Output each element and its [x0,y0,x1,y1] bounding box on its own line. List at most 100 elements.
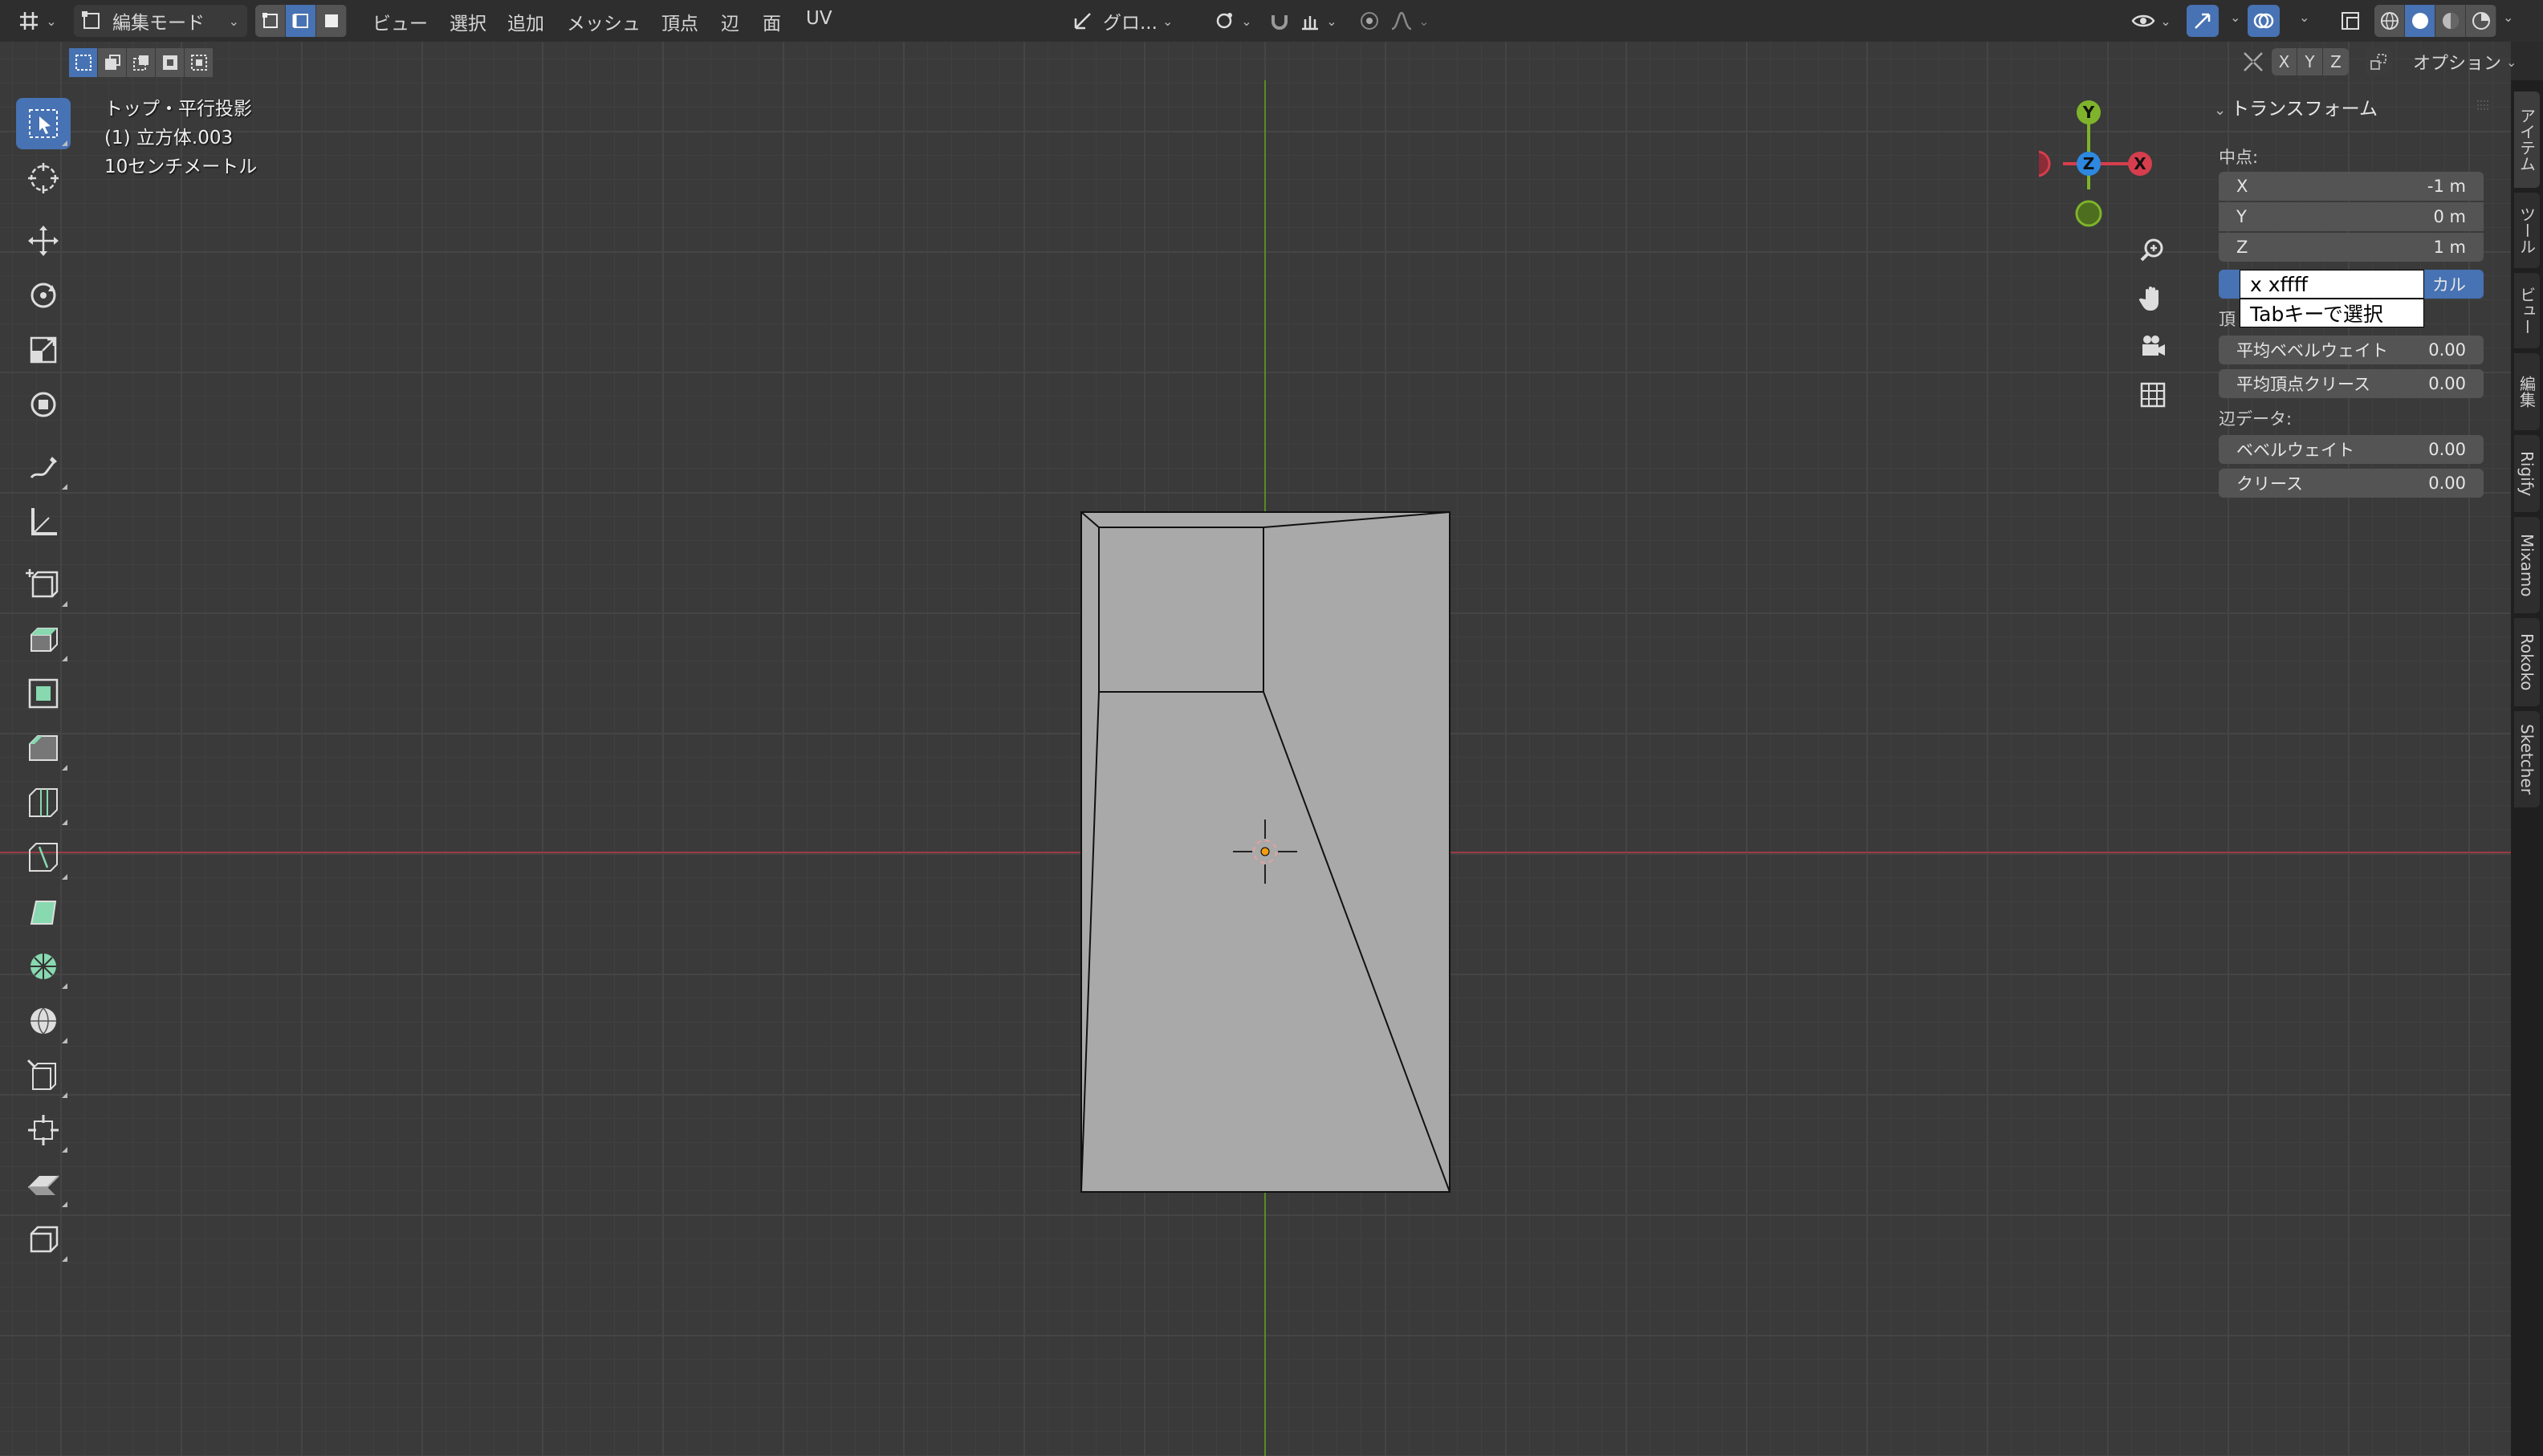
wireframe-shading-button[interactable] [2374,5,2405,37]
zoom-magnifier-icon [2140,238,2163,262]
tool-spin[interactable] [16,941,71,992]
tool-transform[interactable] [16,379,71,430]
tool-move[interactable] [16,215,71,266]
transform-orientation-dropdown[interactable]: グロ... ⌄ [1071,5,1196,37]
gizmo-neg-y[interactable] [2075,200,2102,227]
gizmo-neg-x[interactable] [2039,150,2051,177]
smooth-sphere-icon [31,1007,56,1035]
transform-panel-header[interactable]: ⌄ トランスフォーム [2214,93,2378,120]
vertex-select-button[interactable] [255,5,286,37]
median-z-label: Z [2236,238,2248,257]
tab-edit[interactable]: 編集 [2514,353,2540,430]
mode-dropdown[interactable]: 編集モード ⌄ [74,5,247,37]
tool-smooth[interactable] [16,995,71,1047]
drag-handle-icon[interactable] [2477,100,2490,111]
tool-knife[interactable] [16,832,71,883]
crease-label: クリース [2236,474,2303,494]
select-new-button[interactable] [69,48,98,77]
sidebar-tabs: アイテム ツール ビュー 編集 Rigify Mixamo Rokoko Ske… [2511,80,2543,1456]
select-mode-toggle[interactable] [255,5,347,37]
tab-view[interactable]: ビュー [2514,273,2540,348]
solid-sphere-icon [2411,13,2428,29]
avg-bevel-weight-field[interactable]: 平均ベベルウェイト 0.00 [2219,336,2484,364]
inset-icon [28,678,59,709]
tool-scale[interactable] [16,324,71,376]
select-intersect-button[interactable] [185,48,214,77]
hand-icon [2138,287,2158,311]
tool-edge-slide[interactable] [16,1050,71,1101]
auto-merge-toggle[interactable] [2365,48,2392,75]
tab-item[interactable]: アイテム [2514,92,2540,188]
tool-loop-cut[interactable] [16,777,71,828]
editor-type-button[interactable]: ⌄ [11,5,63,37]
xray-toggle[interactable] [2334,5,2366,37]
perspective-toggle-button[interactable] [2130,372,2175,417]
select-subtract-button[interactable] [127,48,156,77]
tool-cursor[interactable] [16,153,71,204]
median-z-field[interactable]: Z 1 m [2219,233,2484,262]
snap-toggle[interactable] [1263,5,1296,37]
tool-inset[interactable] [16,668,71,719]
menu-face[interactable]: 面 [763,8,781,35]
menu-uv[interactable]: UV [806,8,832,29]
edge-select-button[interactable] [286,5,316,37]
avg-vertex-crease-field[interactable]: 平均頂点クリース 0.00 [2219,369,2484,398]
mirror-y-toggle[interactable]: Y [2297,48,2323,75]
tool-poly-build[interactable] [16,886,71,937]
tool-rotate[interactable] [16,270,71,321]
overlays-toggle[interactable] [2248,5,2280,37]
mirror-x-toggle[interactable]: X [2272,48,2297,75]
solid-shading-button[interactable] [2405,5,2435,37]
tool-add-cube[interactable] [16,559,71,610]
tool-select-box[interactable] [16,98,71,149]
tab-tool[interactable]: ツール [2514,193,2540,268]
tool-bevel[interactable] [16,722,71,774]
menu-vertex[interactable]: 頂点 [661,8,698,35]
visibility-dropdown[interactable]: ⌄ [2127,5,2175,37]
tab-mixamo[interactable]: Mixamo [2514,517,2540,613]
median-x-field[interactable]: X -1 m [2219,172,2484,201]
pivot-point-dropdown[interactable]: ⌄ [1207,5,1257,37]
menu-mesh[interactable]: メッシュ [567,8,641,35]
chevron-down-icon[interactable]: ⌄ [2299,10,2309,25]
chevron-down-icon[interactable]: ⌄ [2503,10,2513,25]
menu-view[interactable]: ビュー [372,8,428,35]
tab-sketcher[interactable]: Sketcher [2514,711,2540,807]
shading-mode-toggle[interactable] [2374,5,2496,37]
proportional-edit-toggle[interactable] [1353,5,1385,37]
pan-button[interactable] [2130,276,2175,321]
tool-rip-region[interactable] [16,1214,71,1265]
gizmo-toggle[interactable] [2187,5,2219,37]
snap-target-dropdown[interactable]: ⌄ [1296,5,1341,37]
menu-select[interactable]: 選択 [450,8,486,35]
crease-field[interactable]: クリース 0.00 [2219,469,2484,498]
navigation-gizmo[interactable]: Y X Z [2039,93,2183,238]
mirror-axis-toggles[interactable]: X Y Z [2272,48,2349,75]
menu-add[interactable]: 追加 [507,8,544,35]
mirror-z-toggle[interactable]: Z [2323,48,2349,75]
tool-shear[interactable] [16,1159,71,1210]
edge-slide-icon [26,1059,56,1090]
falloff-dropdown[interactable]: ⌄ [1387,5,1432,37]
face-select-button[interactable] [316,5,347,37]
camera-view-button[interactable] [2130,324,2175,369]
options-dropdown[interactable]: オプション ⌄ [2413,48,2517,75]
material-shading-button[interactable] [2435,5,2466,37]
median-y-field[interactable]: Y 0 m [2219,202,2484,231]
tab-rokoko[interactable]: Rokoko [2514,618,2540,706]
median-x-label: X [2236,177,2248,196]
tool-annotate[interactable] [16,441,71,493]
tool-measure[interactable] [16,496,71,547]
mirror-icon [2244,52,2263,71]
select-invert-button[interactable] [156,48,185,77]
menu-edge[interactable]: 辺 [721,8,739,35]
zoom-button[interactable] [2130,228,2175,273]
rendered-shading-button[interactable] [2466,5,2496,37]
tool-shrink-fatten[interactable] [16,1104,71,1156]
select-box-mode-toggle[interactable] [69,48,214,77]
tool-extrude[interactable] [16,613,71,665]
bevel-weight-field[interactable]: ベベルウェイト 0.00 [2219,435,2484,464]
chevron-down-icon[interactable]: ⌄ [2230,10,2240,25]
select-extend-button[interactable] [98,48,127,77]
tab-rigify[interactable]: Rigify [2514,435,2540,512]
